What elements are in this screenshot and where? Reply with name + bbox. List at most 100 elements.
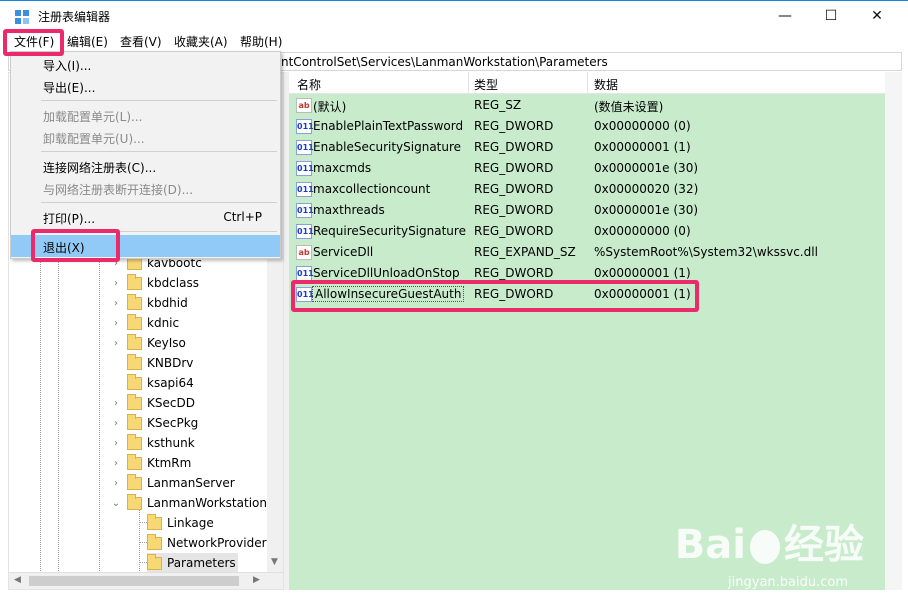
minimize-button[interactable]: — <box>762 1 808 31</box>
tree-item-lanmanserver[interactable]: › LanmanServer <box>109 473 235 493</box>
collapse-chevron-icon[interactable]: ⌄ <box>109 498 123 509</box>
value-name: ServiceDllUnloadOnStop <box>313 266 460 280</box>
menu-item-label: 打印(P)... <box>43 212 96 226</box>
value-row-enableplaintextpassword[interactable]: 011 EnablePlainTextPassword REG_DWORD 0x… <box>289 116 902 137</box>
expand-chevron-icon[interactable]: › <box>109 418 123 429</box>
menu-item-connect-network-registry[interactable]: 连接网络注册表(C)... <box>11 155 280 177</box>
tree-item-kdnic[interactable]: › kdnic <box>109 313 179 333</box>
tree-item-networkprovider[interactable]: NetworkProvider <box>147 533 267 553</box>
value-name: EnableSecuritySignature <box>313 140 462 154</box>
tree-item-parameters[interactable]: Parameters <box>147 553 238 573</box>
tree-item-label: ksthunk <box>147 436 195 450</box>
menu-item-shortcut: Ctrl+P <box>223 210 262 224</box>
menu-item-label: 加载配置单元(L)... <box>43 110 143 124</box>
tree-horizontal-scrollbar[interactable]: ◀ ▶ <box>9 572 283 589</box>
expand-chevron-icon[interactable]: › <box>109 318 123 329</box>
tree-item-label: KNBDrv <box>147 356 194 370</box>
list-vertical-scrollbar[interactable] <box>885 72 902 590</box>
value-type: REG_DWORD <box>474 266 554 280</box>
value-data: 0x00000000 (0) <box>594 224 691 238</box>
address-path: ntControlSet\Services\LanmanWorkstation\… <box>281 55 608 69</box>
value-type: REG_DWORD <box>474 203 554 217</box>
value-data: 0x00000001 (1) <box>594 140 691 154</box>
value-row-maxthreads[interactable]: 011 maxthreads REG_DWORD 0x0000001e (30) <box>289 200 902 221</box>
value-row-maxcollectioncount[interactable]: 011 maxcollectioncount REG_DWORD 0x00000… <box>289 179 902 200</box>
tree-item-ktmrm[interactable]: › KtmRm <box>109 453 191 473</box>
column-header-name[interactable]: 名称 <box>297 76 321 93</box>
tree-item-label: LanmanWorkstation <box>147 496 267 510</box>
value-row-maxcmds[interactable]: 011 maxcmds REG_DWORD 0x0000001e (30) <box>289 158 902 179</box>
tree-item-linkage[interactable]: Linkage <box>147 513 214 533</box>
menu-help[interactable]: 帮助(H) <box>236 33 286 50</box>
tree-item-label: KSecPkg <box>147 416 199 430</box>
folder-icon <box>127 273 142 290</box>
watermark-url: jingyan.baidu.com <box>728 575 848 590</box>
binary-value-icon: 011 <box>296 161 314 176</box>
expand-chevron-icon[interactable]: › <box>109 398 123 409</box>
menu-separator <box>41 100 277 101</box>
binary-value-icon: 011 <box>296 203 314 218</box>
value-name: (默认) <box>313 100 347 114</box>
regedit-icon <box>15 10 29 24</box>
value-type: REG_SZ <box>474 98 522 112</box>
column-header-data[interactable]: 数据 <box>594 76 618 93</box>
expand-chevron-icon[interactable]: › <box>109 438 123 449</box>
column-header-type[interactable]: 类型 <box>474 76 498 93</box>
menu-favorites[interactable]: 收藏夹(A) <box>170 33 232 50</box>
value-type: REG_EXPAND_SZ <box>474 245 576 259</box>
value-name: ServiceDll <box>313 245 374 259</box>
value-data: 0x00000000 (0) <box>594 119 691 133</box>
menu-item-import[interactable]: 导入(I)... <box>11 53 280 75</box>
tree-item-ksecdd[interactable]: › KSecDD <box>109 393 195 413</box>
menu-edit[interactable]: 编辑(E) <box>63 33 112 50</box>
maximize-button[interactable]: ☐ <box>808 1 854 31</box>
scroll-left-icon[interactable]: ◀ <box>14 575 21 585</box>
value-type: REG_DWORD <box>474 119 554 133</box>
expand-chevron-icon[interactable]: › <box>109 278 123 289</box>
value-row-enablesecuritysignature[interactable]: 011 EnableSecuritySignature REG_DWORD 0x… <box>289 137 902 158</box>
column-divider[interactable] <box>587 72 588 94</box>
scroll-thumb[interactable] <box>29 576 239 586</box>
tree-item-kbdclass[interactable]: › kbdclass <box>109 273 199 293</box>
tree-item-label: KtmRm <box>147 456 192 470</box>
menu-item-export[interactable]: 导出(E)... <box>11 75 280 97</box>
value-type: REG_DWORD <box>474 161 554 175</box>
tree-item-label: kbdhid <box>147 296 188 310</box>
baidu-paw-icon <box>750 530 780 564</box>
menu-item-label: 导入(I)... <box>43 59 92 73</box>
tree-item-keyiso[interactable]: › KeyIso <box>109 333 186 353</box>
tree-item-ksapi64[interactable]: ksapi64 <box>109 373 194 393</box>
tree-item-label: kdnic <box>147 316 180 330</box>
folder-icon <box>127 313 142 330</box>
binary-value-icon: 011 <box>296 140 314 155</box>
tree-item-knbdrv[interactable]: KNBDrv <box>109 353 193 373</box>
value-type: REG_DWORD <box>474 182 554 196</box>
folder-icon <box>127 453 142 470</box>
value-row-requiresecuritysignature[interactable]: 011 RequireSecuritySignature REG_DWORD 0… <box>289 221 902 242</box>
watermark-brand-b: 经验 <box>784 522 864 568</box>
tree-item-ksthunk[interactable]: › ksthunk <box>109 433 195 453</box>
value-row-servicedll[interactable]: ab ServiceDll REG_EXPAND_SZ %SystemRoot%… <box>289 242 902 263</box>
expand-chevron-icon[interactable]: › <box>109 338 123 349</box>
tree-item-kbdhid[interactable]: › kbdhid <box>109 293 188 313</box>
folder-icon <box>127 433 142 450</box>
close-button[interactable]: ✕ <box>854 1 900 31</box>
highlight-file-menu <box>3 29 64 56</box>
expand-chevron-icon[interactable]: › <box>109 298 123 309</box>
scroll-right-icon[interactable]: ▶ <box>253 575 260 585</box>
menu-item-label: 与网络注册表断开连接(D)... <box>43 183 194 197</box>
expand-chevron-icon[interactable]: › <box>109 458 123 469</box>
tree-item-ksecpkg[interactable]: › KSecPkg <box>109 413 198 433</box>
scroll-down-icon[interactable]: ▼ <box>271 557 278 567</box>
menu-view[interactable]: 查看(V) <box>116 33 166 50</box>
expand-chevron-icon[interactable]: › <box>109 478 123 489</box>
value-type: REG_DWORD <box>474 140 554 154</box>
column-divider[interactable] <box>468 72 469 94</box>
tree-item-lanmanworkstation[interactable]: ⌄ LanmanWorkstation <box>109 493 267 513</box>
binary-value-icon: 011 <box>296 266 314 281</box>
value-row-default[interactable]: ab (默认) REG_SZ (数值未设置) <box>289 95 902 116</box>
folder-icon <box>127 373 142 390</box>
tree-item-label: KeyIso <box>147 336 186 350</box>
title-bar[interactable]: 注册表编辑器 — ☐ ✕ <box>0 0 908 31</box>
menu-item-print[interactable]: 打印(P)... Ctrl+P <box>11 206 280 228</box>
